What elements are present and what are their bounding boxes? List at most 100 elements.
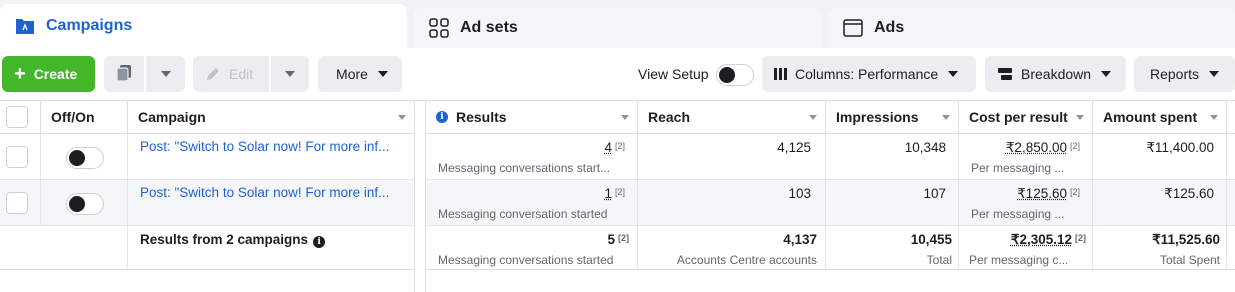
chevron-down-icon bbox=[1101, 71, 1112, 77]
columns-button[interactable]: Columns: Performance bbox=[762, 56, 976, 92]
header-amount-spent[interactable]: Amount spent bbox=[1093, 101, 1227, 133]
reports-label: Reports bbox=[1150, 66, 1200, 82]
view-setup-label: View Setup bbox=[638, 66, 709, 82]
header-label: Campaign bbox=[138, 109, 206, 125]
chevron-down-icon bbox=[285, 71, 295, 77]
chevron-down-icon bbox=[948, 71, 959, 77]
folder-icon bbox=[14, 15, 36, 37]
more-label: More bbox=[336, 66, 368, 82]
campaign-toggle[interactable] bbox=[66, 193, 104, 215]
chevron-down-icon bbox=[160, 71, 171, 77]
amount-spent-value: ₹125.60 bbox=[1164, 186, 1214, 201]
sort-icon[interactable] bbox=[809, 115, 817, 120]
results-value: 4 [2] bbox=[604, 140, 625, 155]
reports-button[interactable]: Reports bbox=[1134, 56, 1235, 92]
cost-per-result-value: ₹2,850.00 [2] bbox=[1005, 140, 1080, 155]
columns-icon bbox=[774, 68, 787, 80]
ad-window-icon bbox=[842, 17, 864, 39]
edit-label: Edit bbox=[229, 66, 254, 82]
header-campaign[interactable]: Campaign bbox=[128, 101, 415, 133]
results-subtext: Messaging conversations start... bbox=[438, 161, 611, 175]
campaign-name-link[interactable]: Post: "Switch to Solar now! For more inf… bbox=[140, 139, 402, 154]
edit-dropdown-button[interactable] bbox=[271, 56, 309, 92]
header-label: Reach bbox=[648, 109, 691, 125]
header-reach[interactable]: Reach bbox=[638, 101, 826, 133]
results-value: 1 [2] bbox=[604, 186, 625, 201]
plus-icon: + bbox=[14, 63, 26, 85]
results-subtext: Messaging conversation started bbox=[438, 207, 608, 221]
select-all-checkbox[interactable] bbox=[6, 106, 28, 128]
row-checkbox[interactable] bbox=[6, 192, 28, 214]
tab-campaigns[interactable]: Campaigns bbox=[0, 4, 407, 48]
breakdown-icon bbox=[997, 66, 1013, 82]
tab-ads[interactable]: Ads bbox=[828, 8, 1235, 48]
frozen-column-divider[interactable] bbox=[414, 101, 426, 292]
sort-icon[interactable] bbox=[398, 115, 406, 120]
sort-icon[interactable] bbox=[1076, 115, 1084, 120]
tab-label: Ad sets bbox=[460, 19, 518, 36]
header-label: Cost per result bbox=[969, 109, 1068, 125]
tab-ad-sets[interactable]: Ad sets bbox=[414, 8, 821, 48]
toolbar: + Create Edit More View Setup Columns: P… bbox=[0, 48, 1235, 100]
header-off-on[interactable]: Off/On bbox=[41, 101, 128, 133]
amount-spent-value: ₹11,400.00 bbox=[1146, 140, 1214, 155]
totals-label: Results from 2 campaigns i bbox=[140, 232, 326, 248]
reach-value: 103 bbox=[788, 186, 811, 201]
reach-value: 4,125 bbox=[777, 140, 811, 155]
duplicate-dropdown-button[interactable] bbox=[146, 56, 185, 92]
chevron-down-icon bbox=[1209, 71, 1220, 77]
chevron-down-icon bbox=[377, 71, 388, 77]
header-label: Amount spent bbox=[1103, 109, 1198, 125]
total-reach-value: 4,137 bbox=[783, 232, 817, 247]
create-button[interactable]: + Create bbox=[2, 56, 95, 92]
total-spent-value: ₹11,525.60 bbox=[1152, 232, 1220, 247]
total-reach-subtext: Accounts Centre accounts bbox=[676, 253, 817, 267]
sort-icon[interactable] bbox=[942, 115, 950, 120]
header-label: Impressions bbox=[836, 109, 919, 125]
pencil-icon bbox=[205, 66, 221, 82]
total-cost-subtext: Per messaging c... bbox=[969, 253, 1069, 267]
cost-subtext: Per messaging ... bbox=[971, 207, 1065, 221]
cost-per-result-value: ₹125.60 [2] bbox=[1017, 186, 1080, 201]
totals-row: Results from 2 campaigns i 5 [2] Messaging… bbox=[0, 226, 1235, 270]
duplicate-icon bbox=[115, 64, 133, 85]
total-results-value: 5 [2] bbox=[607, 232, 629, 247]
header-select-all bbox=[0, 101, 41, 133]
columns-label: Columns: Performance bbox=[795, 66, 939, 82]
total-impressions-value: 10,455 bbox=[910, 232, 952, 247]
header-label: Results bbox=[456, 109, 507, 125]
create-label: Create bbox=[33, 66, 78, 82]
table-row[interactable]: Post: "Switch to Solar now! For more inf… bbox=[0, 134, 1235, 180]
sort-icon[interactable] bbox=[1210, 115, 1218, 120]
grid-icon bbox=[428, 17, 450, 39]
campaign-name-link[interactable]: Post: "Switch to Solar now! For more inf… bbox=[140, 185, 402, 200]
impressions-value: 10,348 bbox=[904, 140, 946, 155]
header-label: Off/On bbox=[51, 109, 95, 125]
header-results[interactable]: i Results bbox=[426, 101, 638, 133]
view-setup-toggle[interactable] bbox=[716, 64, 754, 86]
row-checkbox[interactable] bbox=[6, 146, 28, 168]
total-cost-value: ₹2,305.12 [2] bbox=[1010, 232, 1086, 247]
info-icon[interactable]: i bbox=[436, 111, 448, 123]
header-cost-per-result[interactable]: Cost per result bbox=[959, 101, 1093, 133]
tab-label: Campaigns bbox=[46, 17, 133, 34]
total-impressions-subtext: Total bbox=[926, 253, 952, 267]
sort-icon[interactable] bbox=[621, 115, 629, 120]
tab-bar: Campaigns Ad sets Ads bbox=[0, 0, 1235, 48]
cost-subtext: Per messaging ... bbox=[971, 161, 1065, 175]
campaigns-table: Off/On Campaign i Results Reach Impressio… bbox=[0, 100, 1235, 292]
header-impressions[interactable]: Impressions bbox=[826, 101, 959, 133]
campaign-toggle[interactable] bbox=[66, 147, 104, 169]
info-icon[interactable]: i bbox=[313, 236, 326, 248]
breakdown-label: Breakdown bbox=[1021, 66, 1092, 82]
duplicate-button[interactable] bbox=[104, 56, 144, 92]
breakdown-button[interactable]: Breakdown bbox=[985, 56, 1126, 92]
impressions-value: 107 bbox=[923, 186, 946, 201]
total-spent-subtext: Total Spent bbox=[1159, 253, 1220, 267]
tab-label: Ads bbox=[874, 19, 905, 36]
edit-button[interactable]: Edit bbox=[193, 56, 269, 92]
more-button[interactable]: More bbox=[318, 56, 402, 92]
table-row[interactable]: Post: "Switch to Solar now! For more inf… bbox=[0, 180, 1235, 226]
table-header: Off/On Campaign i Results Reach Impressio… bbox=[0, 101, 1235, 134]
total-results-subtext: Messaging conversations started bbox=[438, 253, 614, 267]
